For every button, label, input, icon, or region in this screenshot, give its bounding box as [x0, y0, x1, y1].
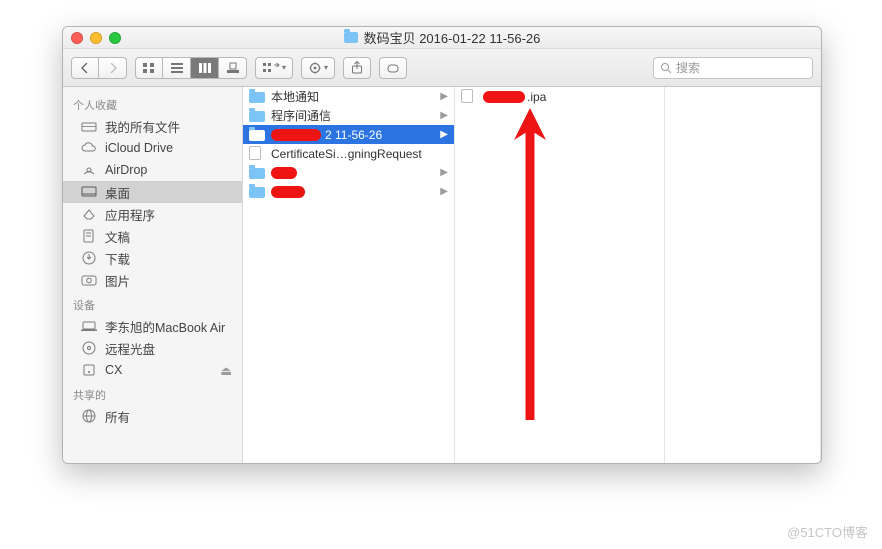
icon-view-button[interactable]: [135, 57, 163, 79]
column-1[interactable]: 本地通知▶ 程序间通信▶ 2 11-56-26▶ CertificateSi…g…: [243, 87, 455, 463]
back-button[interactable]: [71, 57, 99, 79]
column-view-button[interactable]: [191, 57, 219, 79]
list-item[interactable]: 程序间通信▶: [243, 106, 454, 125]
sidebar-item-documents[interactable]: 文稿: [63, 225, 242, 247]
chevron-right-icon: ▶: [440, 110, 448, 121]
close-button[interactable]: [71, 32, 83, 44]
chevron-right-icon: ▶: [440, 186, 448, 197]
coverflow-view-button[interactable]: [219, 57, 247, 79]
list-item[interactable]: 本地通知▶: [243, 87, 454, 106]
documents-icon: [81, 229, 97, 243]
disc-icon: [81, 341, 97, 355]
action-group: ▾: [301, 57, 335, 79]
redacted: [271, 129, 321, 141]
desktop-icon: [81, 185, 97, 199]
folder-icon: [249, 128, 265, 141]
sidebar-item-desktop[interactable]: 桌面: [63, 181, 242, 203]
window-controls: [71, 32, 121, 44]
nav-buttons: [71, 57, 127, 79]
sidebar-header-favorites: 个人收藏: [63, 91, 242, 115]
disk-icon: [81, 363, 97, 377]
sidebar-item-macbook[interactable]: 李东旭的MacBook Air: [63, 315, 242, 337]
folder-icon: [249, 109, 265, 122]
action-button[interactable]: ▾: [301, 57, 335, 79]
list-item[interactable]: ▶: [243, 163, 454, 182]
share-button[interactable]: [343, 57, 371, 79]
list-view-button[interactable]: [163, 57, 191, 79]
column-3[interactable]: [665, 87, 821, 463]
folder-icon: [249, 166, 265, 179]
laptop-icon: [81, 319, 97, 333]
search-placeholder: 搜索: [676, 59, 700, 76]
redacted: [271, 186, 305, 198]
allfiles-icon: [81, 119, 97, 133]
sidebar-header-devices: 设备: [63, 291, 242, 315]
list-item[interactable]: ▶: [243, 182, 454, 201]
sidebar: 个人收藏 我的所有文件 iCloud Drive AirDrop 桌面 应用程序…: [63, 87, 243, 463]
sidebar-item-remotedisc[interactable]: 远程光盘: [63, 337, 242, 359]
cloud-icon: [81, 141, 97, 155]
toolbar: ▾ ▾ 搜索: [63, 49, 821, 87]
list-item[interactable]: .ipa: [455, 87, 664, 106]
downloads-icon: [81, 251, 97, 265]
sidebar-item-pictures[interactable]: 图片: [63, 269, 242, 291]
view-switcher: [135, 57, 247, 79]
forward-button[interactable]: [99, 57, 127, 79]
tags-button[interactable]: [379, 57, 407, 79]
chevron-right-icon: ▶: [440, 129, 448, 140]
content-area: 个人收藏 我的所有文件 iCloud Drive AirDrop 桌面 应用程序…: [63, 87, 821, 463]
arrange-group: ▾: [255, 57, 293, 79]
minimize-button[interactable]: [90, 32, 102, 44]
folder-icon: [249, 90, 265, 103]
window-title: 数码宝贝 2016-01-22 11-56-26: [364, 28, 541, 47]
redacted: [483, 91, 525, 103]
chevron-right-icon: ▶: [440, 91, 448, 102]
sidebar-item-downloads[interactable]: 下载: [63, 247, 242, 269]
document-icon: [249, 147, 265, 160]
sidebar-item-apps[interactable]: 应用程序: [63, 203, 242, 225]
folder-icon: [249, 185, 265, 198]
sidebar-item-allfiles[interactable]: 我的所有文件: [63, 115, 242, 137]
apps-icon: [81, 207, 97, 221]
pictures-icon: [81, 273, 97, 287]
chevron-right-icon: ▶: [440, 167, 448, 178]
redacted: [271, 167, 297, 179]
search-field[interactable]: 搜索: [653, 57, 813, 79]
document-icon: [461, 90, 477, 103]
sidebar-item-all[interactable]: 所有: [63, 405, 242, 427]
sidebar-item-icloud[interactable]: iCloud Drive: [63, 137, 242, 159]
folder-icon: [344, 32, 358, 43]
watermark: @51CTO博客: [787, 522, 868, 541]
sidebar-header-shared: 共享的: [63, 381, 242, 405]
titlebar[interactable]: 数码宝贝 2016-01-22 11-56-26: [63, 27, 821, 49]
column-2[interactable]: .ipa: [455, 87, 665, 463]
list-item[interactable]: 2 11-56-26▶: [243, 125, 454, 144]
list-item[interactable]: CertificateSi…gningRequest: [243, 144, 454, 163]
eject-icon[interactable]: ⏏: [220, 363, 232, 378]
sidebar-item-cx[interactable]: CX⏏: [63, 359, 242, 381]
globe-icon: [81, 409, 97, 423]
search-icon: [660, 62, 672, 74]
zoom-button[interactable]: [109, 32, 121, 44]
arrange-button[interactable]: ▾: [255, 57, 293, 79]
finder-window: 数码宝贝 2016-01-22 11-56-26: [62, 26, 822, 464]
sidebar-item-airdrop[interactable]: AirDrop: [63, 159, 242, 181]
airdrop-icon: [81, 163, 97, 177]
